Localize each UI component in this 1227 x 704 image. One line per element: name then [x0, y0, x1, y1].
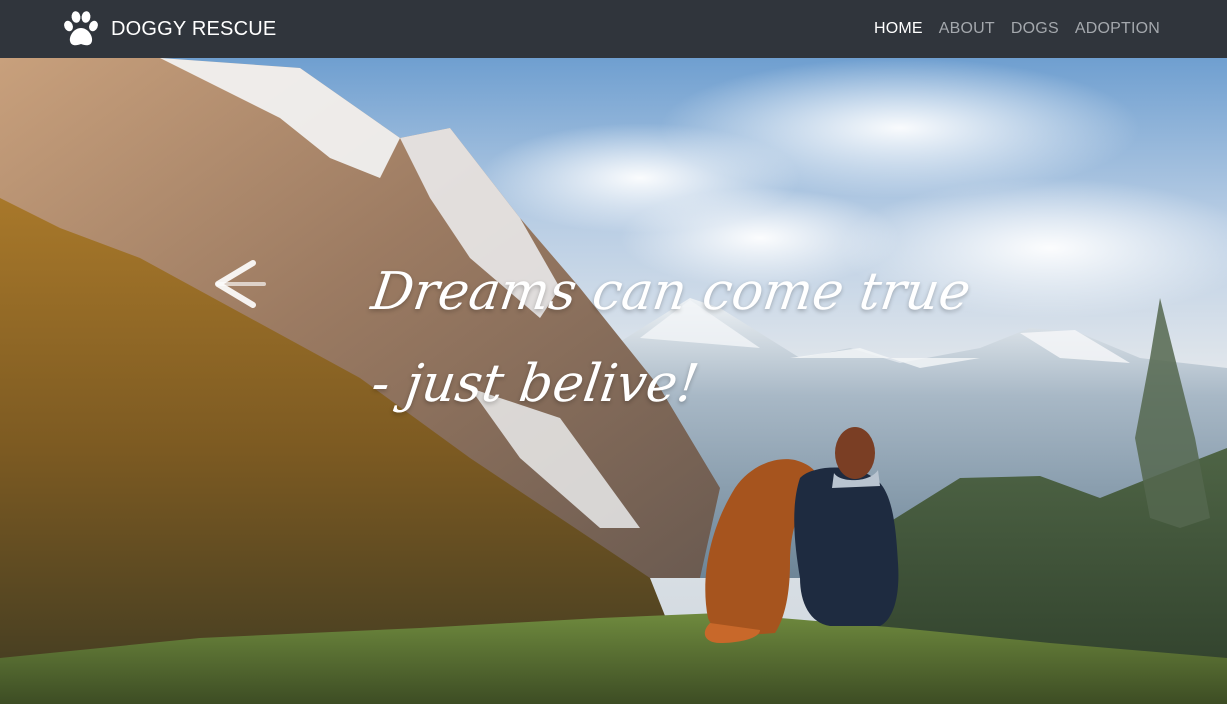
main-nav: HOME ABOUT DOGS ADOPTION — [874, 20, 1160, 38]
hero-caption-line-2: - just belive! — [367, 354, 703, 414]
nav-link-home[interactable]: HOME — [874, 20, 923, 38]
paw-icon — [64, 11, 98, 46]
carousel-prev-button[interactable] — [195, 254, 270, 314]
chevron-left-icon — [214, 260, 266, 308]
hero-caption: Dreams can come true - just belive! — [368, 246, 974, 430]
brand-link[interactable]: DOGGY RESCUE — [60, 8, 276, 50]
nav-link-adoption[interactable]: ADOPTION — [1075, 20, 1160, 38]
top-navbar: DOGGY RESCUE HOME ABOUT DOGS ADOPTION — [0, 0, 1227, 58]
nav-link-dogs[interactable]: DOGS — [1011, 20, 1059, 38]
nav-link-about[interactable]: ABOUT — [939, 20, 995, 38]
hero-carousel: Dreams can come true - just belive! — [0, 58, 1227, 704]
brand-name: DOGGY RESCUE — [111, 17, 277, 40]
hero-caption-line-1: Dreams can come true — [367, 262, 975, 322]
